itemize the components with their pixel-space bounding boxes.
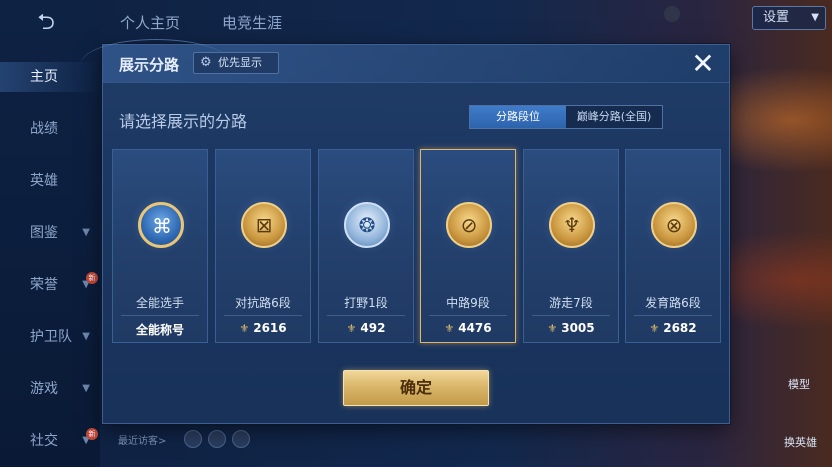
card-divider — [224, 315, 302, 316]
lane-score: ⚜ 3005 — [524, 321, 618, 335]
card-divider — [327, 315, 405, 316]
all-round-icon: ⌘ — [138, 202, 184, 248]
sidebar-item-label: 图鉴 — [30, 225, 58, 241]
sidebar-item-label: 荣誉 — [30, 277, 58, 293]
segment-lane-rank[interactable]: 分路段位 — [470, 106, 566, 128]
gear-icon: ⚙ — [200, 55, 212, 70]
confirm-label: 确定 — [399, 378, 432, 397]
trophy-icon: ⚜ — [239, 322, 250, 335]
lane-score: ⚜ 4476 — [421, 321, 515, 335]
clash-lane-icon: ⊠ — [241, 202, 287, 248]
confirm-button[interactable]: 确定 — [343, 370, 489, 406]
visitor-avatar-icon[interactable] — [208, 430, 226, 448]
sidebar-item[interactable]: 游戏 ▼ — [0, 374, 100, 404]
back-arrow-icon: ⮌ — [37, 10, 55, 35]
lane-score-value: 2616 — [253, 321, 287, 335]
trophy-icon: ⚜ — [649, 322, 660, 335]
sidebar-item[interactable]: 荣誉 ▼ — [0, 270, 100, 300]
lane-name: 游走7段 — [549, 296, 593, 310]
sidebar-item-label: 主页 — [30, 69, 58, 85]
lane-mode-segmented-control: 分路段位 巅峰分路(全国) — [469, 105, 663, 129]
dialog-title: 展示分路 — [119, 56, 180, 74]
lane-score-value: 4476 — [458, 321, 492, 335]
sidebar-item-label: 战绩 — [30, 121, 58, 137]
segment-peak-lane-national[interactable]: 巅峰分路(全国) — [566, 106, 662, 128]
sidebar-item[interactable]: 社交 ▼ — [0, 426, 100, 456]
settings-label: 设置 — [763, 10, 790, 25]
dialog-subtitle: 请选择展示的分路 — [119, 112, 248, 131]
lane-score-value: 3005 — [561, 321, 595, 335]
trophy-icon: ⚜ — [547, 322, 558, 335]
trophy-icon: ⚜ — [346, 322, 357, 335]
lane-card[interactable]: ⌘ 全能选手全能称号 — [112, 149, 208, 343]
badge-glyph: ♆ — [563, 213, 581, 237]
lane-card[interactable]: ❂ 打野1段 ⚜ 492 — [318, 149, 414, 343]
sidebar-item[interactable]: 战绩 — [0, 114, 100, 144]
tab-profile[interactable]: 个人主页 — [120, 12, 180, 33]
badge-glyph: ⊘ — [460, 213, 478, 237]
chevron-down-icon: ▼ — [811, 12, 819, 23]
priority-display-label: 优先显示 — [218, 56, 262, 69]
lane-card[interactable]: ⊠ 对抗路6段 ⚜ 2616 — [215, 149, 311, 343]
jungle-icon: ❂ — [344, 202, 390, 248]
lane-name: 打野1段 — [344, 296, 388, 310]
close-icon: ✕ — [691, 47, 715, 80]
chevron-down-icon: ▼ — [82, 383, 90, 394]
status-area — [664, 6, 744, 28]
visitor-avatar-icon[interactable] — [232, 430, 250, 448]
lane-score: ⚜ 2616 — [216, 321, 310, 335]
lane-score-value: 492 — [360, 321, 386, 335]
sidebar-item-label: 英雄 — [30, 173, 58, 189]
back-button[interactable]: ⮌ — [24, 10, 68, 36]
tab-esports-career[interactable]: 电竞生涯 — [222, 12, 282, 33]
user-avatar-icon — [664, 6, 680, 22]
sidebar-item[interactable]: 图鉴 ▼ — [0, 218, 100, 248]
top-tabs: 个人主页 电竞生涯 — [100, 0, 660, 44]
close-button[interactable]: ✕ — [688, 49, 718, 79]
sidebar-item[interactable]: 护卫队 ▼ — [0, 322, 100, 352]
trophy-icon: ⚜ — [444, 322, 455, 335]
lane-score-value: 全能称号 — [135, 323, 184, 337]
new-badge: 新 — [86, 428, 98, 440]
sidebar-item[interactable]: 英雄 — [0, 166, 100, 196]
farm-lane-icon: ⊗ — [651, 202, 697, 248]
badge-glyph: ❂ — [358, 213, 376, 237]
sidebar-item-label: 游戏 — [30, 381, 58, 397]
lane-score: ⚜ 492 — [319, 321, 413, 335]
card-divider — [429, 315, 507, 316]
card-divider — [121, 315, 199, 316]
dialog-header: 展示分路 ⚙ 优先显示 ✕ — [103, 45, 729, 83]
lane-name: 对抗路6段 — [235, 296, 291, 310]
lane-name: 全能选手 — [135, 296, 184, 310]
sidebar-item-label: 护卫队 — [30, 329, 72, 345]
mid-lane-icon: ⊘ — [446, 202, 492, 248]
lane-score: ⚜ 2682 — [626, 321, 720, 335]
swap-hero-label[interactable]: 换英雄 — [784, 434, 817, 450]
new-badge: 新 — [86, 272, 98, 284]
recent-visitors-link[interactable]: 最近访客> — [118, 432, 166, 447]
lane-name: 发育路6段 — [645, 296, 701, 310]
badge-glyph: ⌘ — [152, 214, 172, 238]
lane-card[interactable]: ♆ 游走7段 ⚜ 3005 — [523, 149, 619, 343]
lane-display-dialog: 展示分路 ⚙ 优先显示 ✕ 请选择展示的分路 分路段位 巅峰分路(全国) ⌘ 全能… — [81, 39, 730, 424]
badge-glyph: ⊗ — [665, 213, 683, 237]
model-label[interactable]: 模型 — [788, 376, 810, 392]
settings-button[interactable]: 设置 ▼ — [752, 6, 826, 30]
lane-card[interactable]: ⊗ 发育路6段 ⚜ 2682 — [625, 149, 721, 343]
lane-card[interactable]: ⊘ 中路9段 ⚜ 4476 — [420, 149, 516, 343]
card-divider — [634, 315, 712, 316]
lane-name: 中路9段 — [446, 296, 490, 310]
priority-display-button[interactable]: ⚙ 优先显示 — [193, 52, 279, 74]
badge-glyph: ⊠ — [255, 213, 273, 237]
sidebar-item-label: 社交 — [30, 433, 58, 449]
card-divider — [532, 315, 610, 316]
chevron-down-icon: ▼ — [82, 331, 90, 342]
lane-score-value: 2682 — [663, 321, 697, 335]
visitor-avatar-icon[interactable] — [184, 430, 202, 448]
lane-score: 全能称号 — [113, 321, 207, 338]
chevron-down-icon: ▼ — [82, 227, 90, 238]
roam-icon: ♆ — [549, 202, 595, 248]
